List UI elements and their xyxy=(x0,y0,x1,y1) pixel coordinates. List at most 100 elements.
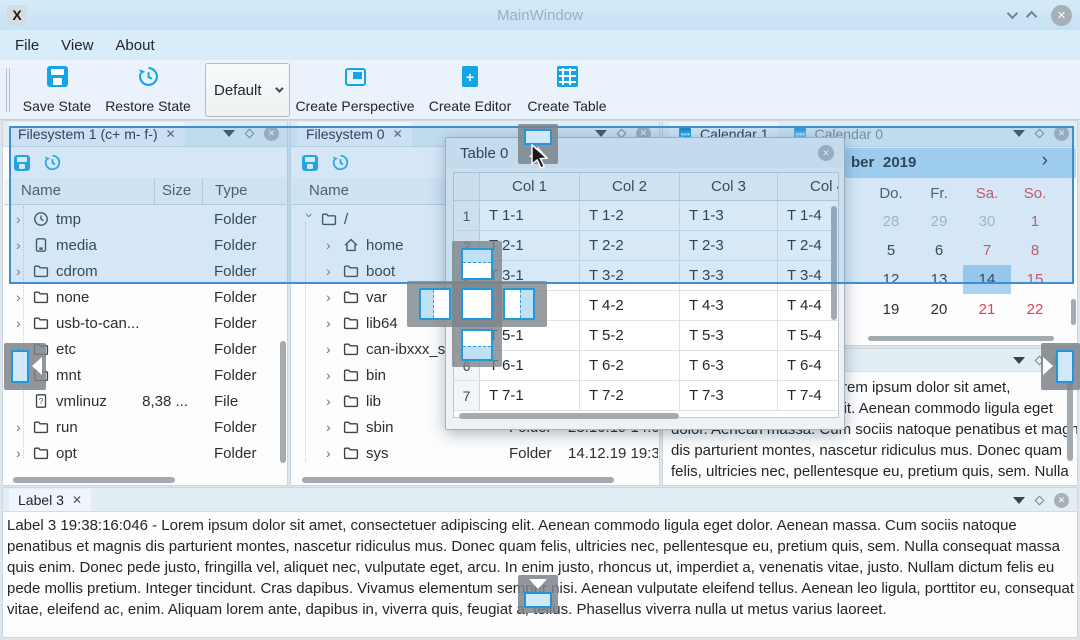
restore-state-button[interactable]: Restore State xyxy=(100,66,196,114)
table-cell[interactable]: T 7-3 xyxy=(680,381,778,410)
drop-split-right-icon[interactable] xyxy=(503,288,535,320)
restore-icon xyxy=(138,66,159,87)
label0-line: consequat massa quis enim. Donec pede ju… xyxy=(671,482,1067,486)
expander-icon[interactable]: › xyxy=(326,446,338,460)
tree-item-name: sbin xyxy=(366,419,394,436)
tree-row[interactable]: ›etcFolder xyxy=(4,336,286,362)
horizontal-scrollbar[interactable] xyxy=(302,477,614,483)
drop-split-top-icon[interactable] xyxy=(461,248,493,280)
table-cell[interactable]: T 4-3 xyxy=(680,291,778,320)
toolbar: Save State Restore State Default Create … xyxy=(0,60,1080,120)
tree-item-name: etc xyxy=(56,341,76,358)
horizontal-scrollbar[interactable] xyxy=(13,477,175,483)
tree-row[interactable]: ›runFolder xyxy=(4,414,286,440)
table-cell[interactable]: T 4-2 xyxy=(580,291,680,320)
drop-indicator-bottom[interactable] xyxy=(518,575,558,613)
window-titlebar[interactable]: X MainWindow ✕ xyxy=(0,0,1080,30)
undock-icon[interactable] xyxy=(1035,496,1045,506)
tree-row[interactable]: › opt Folder xyxy=(4,440,286,466)
tree-row[interactable]: ›sysFolder14.12.19 19:3 xyxy=(292,440,658,466)
label3-titlebar[interactable]: Label 3 ✕ ✕ xyxy=(3,488,1077,512)
vertical-scrollbar[interactable] xyxy=(1067,381,1073,461)
create-perspective-button[interactable]: Create Perspective xyxy=(288,66,422,114)
menu-view[interactable]: View xyxy=(50,37,104,54)
table-cell[interactable]: T 5-3 xyxy=(680,321,778,350)
folder-icon xyxy=(33,419,51,435)
perspective-value: Default xyxy=(214,82,275,99)
table-cell[interactable]: T 6-4 xyxy=(778,351,839,380)
perspective-select[interactable]: Default xyxy=(205,63,290,117)
horizontal-scrollbar[interactable] xyxy=(459,413,679,419)
create-editor-button[interactable]: + Create Editor xyxy=(415,66,525,114)
menu-about[interactable]: About xyxy=(104,37,165,54)
tree-item-type: Folder xyxy=(214,367,257,384)
tree-item-name: usb-to-can... xyxy=(56,315,139,332)
tree-item-type: Folder xyxy=(214,445,257,462)
main-window: X MainWindow ✕ FileViewAbout Save State … xyxy=(0,0,1080,640)
window-close-icon[interactable]: ✕ xyxy=(1051,5,1072,26)
tree-item-name: bin xyxy=(366,367,386,384)
calendar-day[interactable]: 21 xyxy=(963,295,1011,324)
calendar-day[interactable]: 22 xyxy=(1011,295,1059,324)
save-state-label: Save State xyxy=(23,98,92,114)
table-cell[interactable]: T 5-4 xyxy=(778,321,839,350)
calendar-day[interactable]: 19 xyxy=(867,295,915,324)
toolbar-handle[interactable] xyxy=(6,68,10,112)
table-cell[interactable]: T 7-4 xyxy=(778,381,839,410)
tree-item-name: lib xyxy=(366,393,381,410)
drop-split-bottom-icon[interactable] xyxy=(461,329,493,361)
table-cell[interactable]: T 4-4 xyxy=(778,291,839,320)
expander-icon[interactable]: › xyxy=(16,316,28,330)
arrow-down-icon xyxy=(529,579,547,589)
create-table-label: Create Table xyxy=(527,98,606,114)
tree-item-type: Folder xyxy=(214,419,257,436)
table-cell[interactable]: T 6-3 xyxy=(680,351,778,380)
expander-icon[interactable]: › xyxy=(326,368,338,382)
label0-line: felis, ultricies nec, pellentesque eu, p… xyxy=(671,461,1067,482)
table-cell[interactable]: T 7-2 xyxy=(580,381,680,410)
dock-close-icon[interactable]: ✕ xyxy=(1054,493,1069,508)
table-row: 6T 6-1T 6-2T 6-3T 6-4 xyxy=(454,351,838,381)
table-cell[interactable]: T 6-2 xyxy=(580,351,680,380)
tree-row[interactable]: ›?vmlinuz8,38 ...File xyxy=(4,388,286,414)
tree-item-name: vmlinuz xyxy=(56,393,107,410)
row-number[interactable]: 7 xyxy=(454,381,480,410)
menubar: FileViewAbout xyxy=(0,30,1080,60)
drop-split-left-icon[interactable] xyxy=(419,288,451,320)
expander-icon[interactable]: › xyxy=(326,420,338,434)
dock-menu-icon[interactable] xyxy=(1013,357,1025,364)
drop-center-icon[interactable] xyxy=(461,288,493,320)
vertical-scrollbar[interactable] xyxy=(280,341,286,463)
expander-icon[interactable]: › xyxy=(16,446,28,460)
expander-icon[interactable]: › xyxy=(16,420,28,434)
tab-label3-label: Label 3 xyxy=(18,492,64,508)
tab-label3[interactable]: Label 3 ✕ xyxy=(9,489,91,511)
horizontal-scrollbar[interactable] xyxy=(868,336,1054,341)
tree-row[interactable]: ›usb-to-can...Folder xyxy=(4,310,286,336)
table-cell[interactable]: T 7-1 xyxy=(480,381,580,410)
tree-row[interactable]: ›noneFolder xyxy=(4,284,286,310)
table-cell[interactable]: T 5-2 xyxy=(580,321,680,350)
expander-icon[interactable]: › xyxy=(326,342,338,356)
tree-row[interactable]: ›mntFolder xyxy=(4,362,286,388)
expander-icon[interactable]: › xyxy=(326,316,338,330)
dock-menu-icon[interactable] xyxy=(1013,497,1025,504)
menu-file[interactable]: File xyxy=(4,37,50,54)
tree-item-name: opt xyxy=(56,445,77,462)
tree-item-name: sys xyxy=(366,445,389,462)
expander-icon[interactable]: › xyxy=(326,394,338,408)
drop-indicator-right[interactable] xyxy=(1041,343,1080,390)
table-grid-icon xyxy=(557,66,578,87)
expander-icon[interactable]: › xyxy=(326,290,338,304)
save-state-button[interactable]: Save State xyxy=(17,66,97,114)
maximize-icon[interactable] xyxy=(1026,11,1037,22)
create-table-button[interactable]: Create Table xyxy=(512,66,622,114)
expander-icon[interactable]: › xyxy=(16,290,28,304)
table-row: 7T 7-1T 7-2T 7-3T 7-4 xyxy=(454,381,838,411)
tab-close-icon[interactable]: ✕ xyxy=(72,494,82,506)
calendar-day[interactable]: 20 xyxy=(915,295,963,324)
folder-icon xyxy=(33,445,51,461)
vertical-scrollbar[interactable] xyxy=(1071,299,1076,325)
minimize-icon[interactable] xyxy=(1007,8,1018,19)
drop-indicator-left[interactable] xyxy=(4,343,46,390)
